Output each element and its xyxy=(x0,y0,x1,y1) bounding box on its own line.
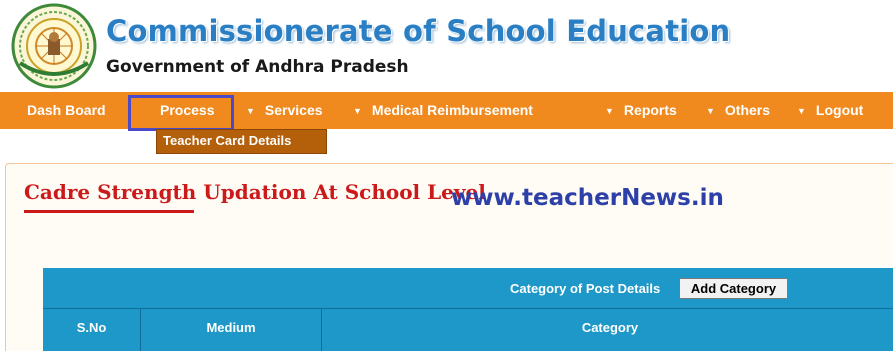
nav-item-medical-reimbursement[interactable]: ▼ Medical Reimbursement xyxy=(353,92,533,129)
section-heading: Cadre Strength Updation At School Level xyxy=(24,180,486,204)
nav-item-others[interactable]: ▼ Others xyxy=(706,92,770,129)
andhra-pradesh-emblem-logo xyxy=(11,3,97,89)
add-category-button[interactable]: Add Category xyxy=(679,278,788,299)
nav-item-logout[interactable]: ▼ Logout xyxy=(797,92,863,129)
page-title: Commissionerate of School Education xyxy=(106,14,731,48)
chevron-down-icon: ▼ xyxy=(605,106,614,116)
nav-item-label: Logout xyxy=(815,102,864,118)
nav-item-label: Medical Reimbursement xyxy=(371,102,533,118)
process-dropdown-menu: Teacher Card Details xyxy=(156,129,327,154)
site-header: Commissionerate of School Education Gove… xyxy=(0,0,893,92)
chevron-down-icon: ▼ xyxy=(246,106,255,116)
watermark-text: www.teacherNews.in xyxy=(451,185,724,211)
nav-item-services[interactable]: ▼ Services xyxy=(246,92,323,129)
column-header-sno: S.No xyxy=(43,309,141,351)
chevron-down-icon: ▼ xyxy=(706,106,715,116)
table-caption: Category of Post Details xyxy=(510,281,661,296)
menu-item-teacher-card-details[interactable]: Teacher Card Details xyxy=(163,130,291,152)
process-highlight-box xyxy=(128,95,234,131)
column-header-medium: Medium xyxy=(141,309,322,351)
nav-item-label: Reports xyxy=(623,102,677,118)
chevron-down-icon: ▼ xyxy=(797,106,806,116)
nav-item-label: Services xyxy=(264,102,323,118)
table-header-row: S.No Medium Category xyxy=(43,309,893,351)
heading-underline xyxy=(24,210,194,213)
nav-item-label: Others xyxy=(724,102,771,118)
page-subtitle: Government of Andhra Pradesh xyxy=(106,57,409,77)
nav-item-dashboard[interactable]: Dash Board xyxy=(27,92,106,129)
chevron-down-icon: ▼ xyxy=(353,106,362,116)
column-header-category: Category xyxy=(581,320,639,335)
nav-item-reports[interactable]: ▼ Reports xyxy=(605,92,677,129)
nav-item-label: Dash Board xyxy=(27,102,106,118)
table-caption-row: Category of Post Details Add Category xyxy=(43,268,893,309)
category-table: Category of Post Details Add Category S.… xyxy=(43,268,893,351)
